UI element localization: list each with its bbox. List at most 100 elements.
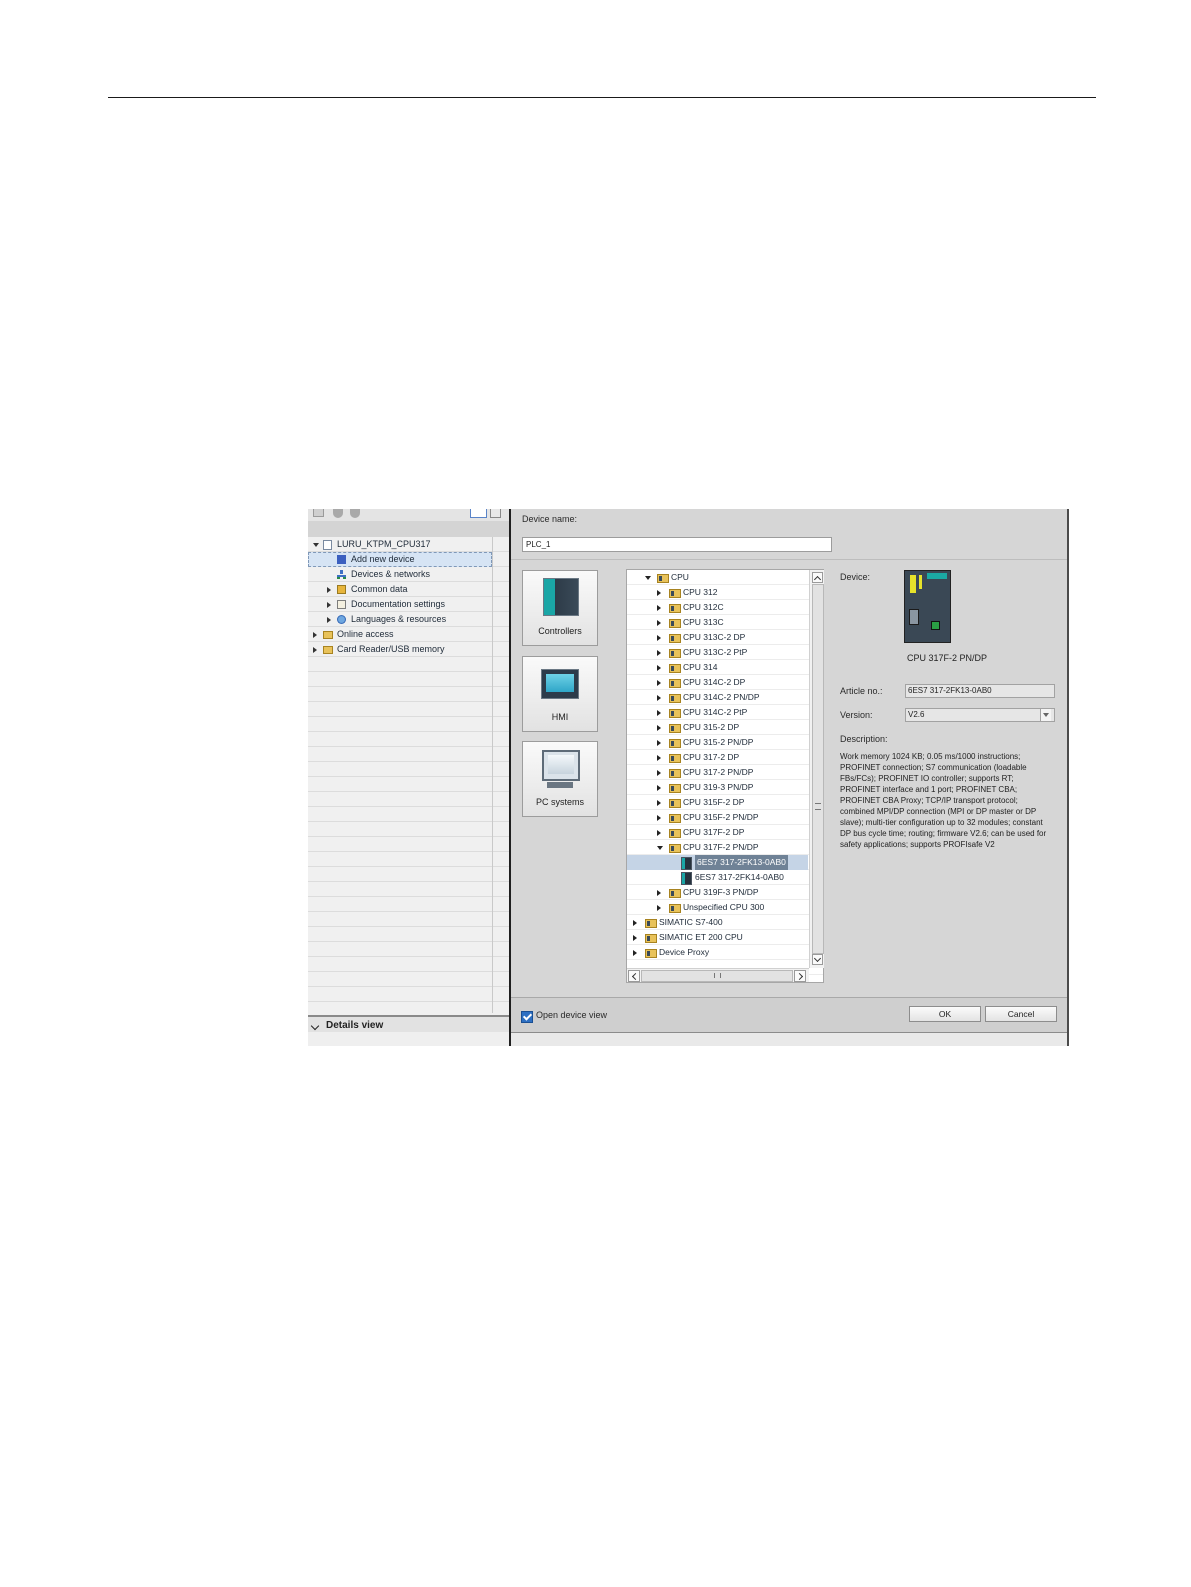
catalog-folder-item[interactable]: Unspecified CPU 300 [627,900,808,915]
catalog-folder-item[interactable]: CPU 317F-2 PN/DP [627,840,808,855]
open-device-view-label[interactable]: Open device view [536,1010,607,1020]
catalog-folder-item[interactable]: SIMATIC S7-400 [627,915,808,930]
catalog-folder-item[interactable]: CPU 317F-2 DP [627,825,808,840]
catalog-article-item[interactable]: 6ES7 317-2FK13-0AB0 [627,855,808,870]
collapse-arrow-icon[interactable] [657,620,661,626]
project-tree-item[interactable]: Add new device [308,552,492,567]
device-name-input[interactable] [522,537,832,552]
module-label-strip [927,573,947,579]
chevron-down-icon[interactable] [1040,709,1051,721]
folder-icon [645,934,657,943]
hmi-icon [541,669,579,699]
scroll-up-icon[interactable] [812,572,823,583]
catalog-folder-item[interactable]: CPU 319-3 PN/DP [627,780,808,795]
catalog-folder-item[interactable]: CPU 317-2 DP [627,750,808,765]
ok-button[interactable]: OK [909,1006,981,1022]
cancel-button[interactable]: Cancel [985,1006,1057,1022]
collapse-arrow-icon[interactable] [657,800,661,806]
expand-arrow-icon[interactable] [657,846,663,850]
catalog-folder-item[interactable]: CPU 319F-3 PN/DP [627,885,808,900]
collapse-arrow-icon[interactable] [633,935,637,941]
catalog-folder-item[interactable]: CPU 313C [627,615,808,630]
collapse-arrow-icon[interactable] [633,920,637,926]
collapse-arrow-icon[interactable] [657,710,661,716]
version-dropdown[interactable]: V2.6 [905,708,1055,722]
horizontal-scroll-thumb[interactable] [641,970,793,982]
collapse-arrow-icon[interactable] [657,650,661,656]
collapse-arrow-icon[interactable] [657,785,661,791]
collapse-arrow-icon[interactable] [657,770,661,776]
collapse-arrow-icon[interactable] [633,950,637,956]
scroll-left-icon[interactable] [628,970,640,982]
catalog-folder-item[interactable]: Device Proxy [627,945,808,960]
catalog-folder-item[interactable]: CPU 315-2 PN/DP [627,735,808,750]
project-tree-item[interactable]: Card Reader/USB memory [308,642,492,657]
catalog-folder-item[interactable]: CPU [627,570,808,585]
grid-view-icon[interactable] [490,509,501,518]
folder-icon [657,574,669,583]
catalog-folder-item[interactable]: CPU 314C-2 PN/DP [627,690,808,705]
catalog-folder-item[interactable]: CPU 314 [627,660,808,675]
collapse-arrow-icon[interactable] [657,635,661,641]
project-tree-item-label: LURU_KTPM_CPU317 [337,539,431,549]
back-icon[interactable] [333,509,343,518]
catalog-horizontal-scrollbar[interactable] [627,968,809,982]
collapse-arrow-icon[interactable] [327,602,331,608]
scroll-right-icon[interactable] [794,970,806,982]
open-device-view-checkbox[interactable] [521,1011,533,1023]
catalog-article-item[interactable]: 6ES7 317-2FK14-0AB0 [627,870,808,885]
collapse-arrow-icon[interactable] [657,665,661,671]
catalog-folder-item[interactable]: CPU 313C-2 PtP [627,645,808,660]
collapse-arrow-icon[interactable] [327,587,331,593]
catalog-folder-item[interactable]: CPU 315-2 DP [627,720,808,735]
collapse-arrow-icon[interactable] [657,680,661,686]
catalog-folder-item[interactable]: CPU 317-2 PN/DP [627,765,808,780]
catalog-folder-item[interactable]: CPU 312C [627,600,808,615]
controllers-button[interactable]: Controllers [522,570,598,646]
catalog-folder-item[interactable]: CPU 315F-2 DP [627,795,808,810]
scroll-grip-icon [815,803,821,810]
catalog-vertical-scrollbar[interactable] [809,570,824,968]
catalog-folder-item[interactable]: CPU 314C-2 PtP [627,705,808,720]
collapse-arrow-icon[interactable] [657,725,661,731]
project-tree-item[interactable]: Common data [308,582,492,597]
device-catalog-tree[interactable]: CPU CPU 312 CPU 312C CPU 313C CPU 313C-2 DP C… [626,569,824,983]
scroll-down-icon[interactable] [812,954,823,965]
details-view-body [308,1032,509,1046]
forward-icon[interactable] [350,509,360,518]
hmi-button[interactable]: HMI [522,656,598,732]
collapse-arrow-icon[interactable] [657,605,661,611]
new-project-icon[interactable] [313,509,324,517]
expand-arrow-icon[interactable] [313,543,319,547]
collapse-arrow-icon[interactable] [313,632,317,638]
description-text: Work memory 1024 KB; 0.05 ms/1000 instru… [840,752,1047,849]
folder-icon [669,844,681,853]
collapse-arrow-icon[interactable] [657,695,661,701]
collapse-arrow-icon[interactable] [657,590,661,596]
languages-icon [337,615,346,624]
project-tree-item[interactable]: Documentation settings [308,597,492,612]
expand-arrow-icon[interactable] [645,576,651,580]
collapse-arrow-icon[interactable] [657,755,661,761]
catalog-folder-item[interactable]: SIMATIC ET 200 CPU [627,930,808,945]
catalog-folder-item[interactable]: CPU 312 [627,585,808,600]
catalog-folder-item[interactable]: CPU 315F-2 PN/DP [627,810,808,825]
list-view-icon[interactable] [470,509,487,518]
pc-systems-button[interactable]: PC systems [522,741,598,817]
project-tree-item[interactable]: Devices & networks [308,567,492,582]
collapse-arrow-icon[interactable] [327,617,331,623]
card-reader-icon [323,646,333,654]
project-tree-item[interactable]: Languages & resources [308,612,492,627]
scroll-thumb[interactable] [812,584,824,954]
catalog-folder-item[interactable]: CPU 313C-2 DP [627,630,808,645]
collapse-arrow-icon[interactable] [657,830,661,836]
collapse-arrow-icon[interactable] [657,890,661,896]
collapse-arrow-icon[interactable] [657,905,661,911]
project-tree-item[interactable]: LURU_KTPM_CPU317 [308,537,492,552]
collapse-arrow-icon[interactable] [657,740,661,746]
folder-icon [669,754,681,763]
project-tree-item[interactable]: Online access [308,627,492,642]
collapse-arrow-icon[interactable] [313,647,317,653]
collapse-arrow-icon[interactable] [657,815,661,821]
catalog-folder-item[interactable]: CPU 314C-2 DP [627,675,808,690]
